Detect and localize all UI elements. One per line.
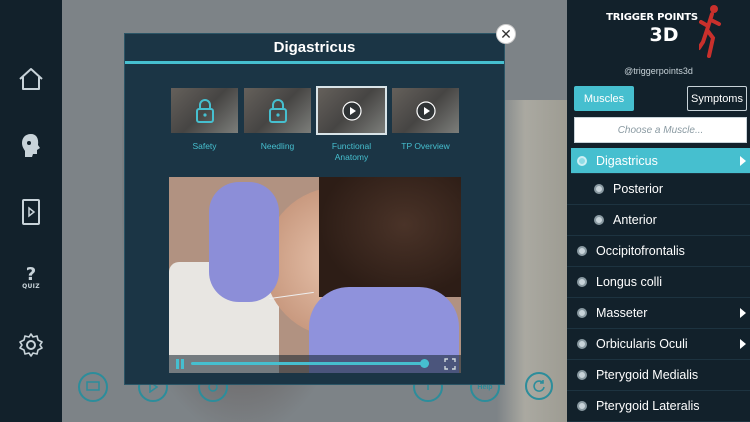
brand-logo: TRIGGER POINTS 3D (567, 4, 750, 64)
modal-title: Digastricus (125, 34, 504, 64)
video-scrubber[interactable] (420, 359, 430, 368)
radio-dot-icon (577, 155, 587, 166)
quiz-icon: ? (25, 263, 37, 285)
thumbnail-label: Safety (192, 141, 217, 151)
muscle-list: Digastricus Posterior Anterior Occipitofron… (567, 148, 750, 422)
muscle-list-item[interactable]: Digastricus (571, 148, 750, 174)
thumbnail-image (392, 88, 459, 133)
radio-dot-icon (577, 339, 587, 349)
thumbnail-safety[interactable]: Safety (171, 88, 238, 152)
brand-line-2: 3D (649, 24, 679, 46)
muscle-list-item[interactable]: Orbicularis Oculi (567, 329, 750, 360)
video-progress-track[interactable] (191, 362, 429, 365)
radio-dot-icon (577, 370, 587, 380)
thumbnail-tp-overview[interactable]: TP Overview (392, 88, 459, 152)
muscle-list-item[interactable]: Pterygoid Lateralis (567, 391, 750, 422)
brand-line-1: TRIGGER POINTS (606, 12, 698, 23)
thumbnail-label: TP Overview (401, 141, 450, 151)
play-circle-icon (415, 100, 436, 121)
thumbnail-image (244, 88, 311, 133)
screen-icon (86, 381, 100, 391)
video-thumbnails: Safety Needling Functional Anatomy TP Ov… (171, 86, 461, 168)
expand-arrow-icon[interactable] (740, 339, 746, 349)
video-player[interactable] (169, 177, 461, 373)
radio-dot-icon (594, 215, 604, 225)
head-icon (22, 134, 40, 157)
expand-arrow-icon[interactable] (740, 308, 746, 318)
radio-dot-icon (594, 184, 604, 194)
reset-view-button[interactable] (525, 372, 553, 400)
settings-button[interactable] (11, 325, 51, 365)
quiz-button[interactable]: ? QUIZ (11, 258, 51, 298)
pause-icon[interactable] (175, 359, 185, 369)
runner-logo-icon (699, 5, 721, 58)
refresh-icon (533, 380, 545, 392)
thumbnail-label: Needling (260, 141, 295, 151)
radio-dot-icon (577, 246, 587, 256)
video-library-button[interactable] (11, 192, 51, 232)
thumbnail-functional-anatomy[interactable]: Functional Anatomy (316, 86, 387, 163)
video-frame-glove (209, 182, 279, 302)
lock-icon (195, 98, 214, 123)
muscle-list-item[interactable]: Anterior (567, 205, 750, 236)
brand-handle: @triggerpoints3d (624, 66, 693, 76)
quiz-label: QUIZ (22, 282, 40, 290)
lock-icon (268, 98, 287, 123)
thumbnail-image (316, 86, 387, 135)
muscle-label: Occipitofrontalis (596, 244, 685, 258)
muscle-label: Posterior (613, 182, 664, 196)
muscle-panel: TRIGGER POINTS 3D @triggerpoints3d Muscl… (567, 0, 750, 422)
video-frame-hair (319, 177, 461, 297)
muscle-list-item[interactable]: Occipitofrontalis (567, 236, 750, 267)
thumbnail-image (171, 88, 238, 133)
gear-icon (19, 333, 43, 357)
video-controls (169, 355, 461, 373)
home-icon (19, 68, 43, 90)
close-icon: ✕ (500, 26, 512, 42)
muscle-list-item[interactable]: Pterygoid Medialis (567, 360, 750, 391)
muscle-label: Orbicularis Oculi (596, 337, 688, 351)
play-circle-icon (341, 100, 362, 121)
close-modal-button[interactable]: ✕ (496, 24, 516, 44)
tool-screen-button[interactable] (78, 372, 108, 402)
tab-symptoms[interactable]: Symptoms (687, 86, 747, 111)
muscle-video-modal: Digastricus Safety Needling Functional A… (124, 33, 505, 385)
radio-dot-icon (577, 308, 587, 318)
radio-dot-icon (577, 277, 587, 287)
muscle-label: Anterior (613, 213, 657, 227)
muscle-list-item[interactable]: Masseter (567, 298, 750, 329)
muscle-list-item[interactable]: Posterior (567, 174, 750, 205)
muscle-label: Pterygoid Medialis (596, 368, 699, 382)
left-sidebar: ? QUIZ (0, 0, 62, 422)
radio-dot-icon (577, 401, 587, 411)
muscle-label: Pterygoid Lateralis (596, 399, 700, 413)
video-icon (22, 199, 40, 225)
fullscreen-icon[interactable] (444, 358, 456, 370)
muscle-label: Masseter (596, 306, 648, 320)
muscle-list-item[interactable]: Longus colli (567, 267, 750, 298)
thumbnail-needling[interactable]: Needling (244, 88, 311, 152)
tab-muscles[interactable]: Muscles (574, 86, 634, 111)
thumbnail-label: Functional Anatomy (331, 141, 372, 162)
muscle-label: Longus colli (596, 275, 663, 289)
head-model-button[interactable] (11, 126, 51, 166)
muscle-label: Digastricus (596, 153, 658, 168)
muscle-search-input[interactable]: Choose a Muscle... (574, 117, 747, 143)
home-button[interactable] (11, 59, 51, 99)
expand-arrow-icon[interactable] (740, 155, 746, 166)
